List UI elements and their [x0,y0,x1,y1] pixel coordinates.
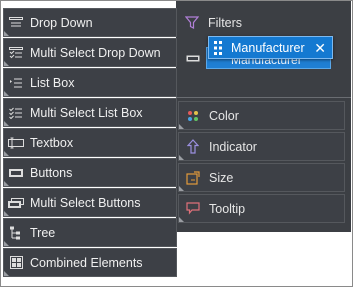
filter-element-list: Drop Down Multi Select Drop Down List Bo… [3,8,177,278]
dragged-field-label: Manufacturer [231,40,305,55]
element-drop-down[interactable]: Drop Down [3,8,177,37]
indicator-icon [185,139,201,155]
textbox-icon [8,135,24,151]
funnel-icon [184,15,200,31]
element-label: Drop Down [30,15,93,30]
zone-label: Indicator [209,139,257,154]
element-multi-select-list-box[interactable]: Multi Select List Box [3,98,177,127]
multi-select-buttons-icon [8,195,24,211]
zone-indicator[interactable]: Indicator [178,132,345,161]
size-icon [185,170,201,186]
close-icon[interactable]: ✕ [314,41,326,55]
multi-select-listbox-icon [8,105,24,121]
listbox-icon [8,75,24,91]
filters-section-header: Filters [178,8,345,37]
dropdown-icon [8,15,24,31]
dropdown-icon [186,52,200,64]
panel-bottom-area [176,232,351,285]
element-label: List Box [30,75,75,90]
buttons-icon [8,165,24,181]
zone-label: Tooltip [209,201,246,216]
element-label: Multi Select Buttons [30,195,141,210]
dragged-field-chip[interactable]: Manufacturer ✕ [208,36,333,59]
drag-handle-icon[interactable] [214,40,224,55]
element-label: Multi Select List Box [30,105,143,120]
element-combined-elements[interactable]: Combined Elements [3,248,177,277]
tooltip-icon [185,201,201,217]
panel-divider [176,97,351,98]
element-tree[interactable]: Tree [3,218,177,247]
element-label: Tree [30,225,56,240]
palette-icon [185,108,201,124]
tree-icon [8,225,24,241]
multi-select-dropdown-icon [8,45,24,61]
filters-label: Filters [208,15,243,30]
element-buttons[interactable]: Buttons [3,158,177,187]
element-label: Multi Select Drop Down [30,45,161,60]
element-multi-select-buttons[interactable]: Multi Select Buttons [3,188,177,217]
element-list-box[interactable]: List Box [3,68,177,97]
element-label: Combined Elements [30,255,143,270]
zone-color[interactable]: Color [178,101,345,130]
zone-label: Color [209,108,239,123]
element-textbox[interactable]: Textbox [3,128,177,157]
zone-tooltip[interactable]: Tooltip [178,194,345,223]
element-multi-select-drop-down[interactable]: Multi Select Drop Down [3,38,177,67]
combined-elements-icon [8,255,24,271]
element-label: Textbox [30,135,74,150]
zone-label: Size [209,170,234,185]
element-label: Buttons [30,165,73,180]
zone-size[interactable]: Size [178,163,345,192]
